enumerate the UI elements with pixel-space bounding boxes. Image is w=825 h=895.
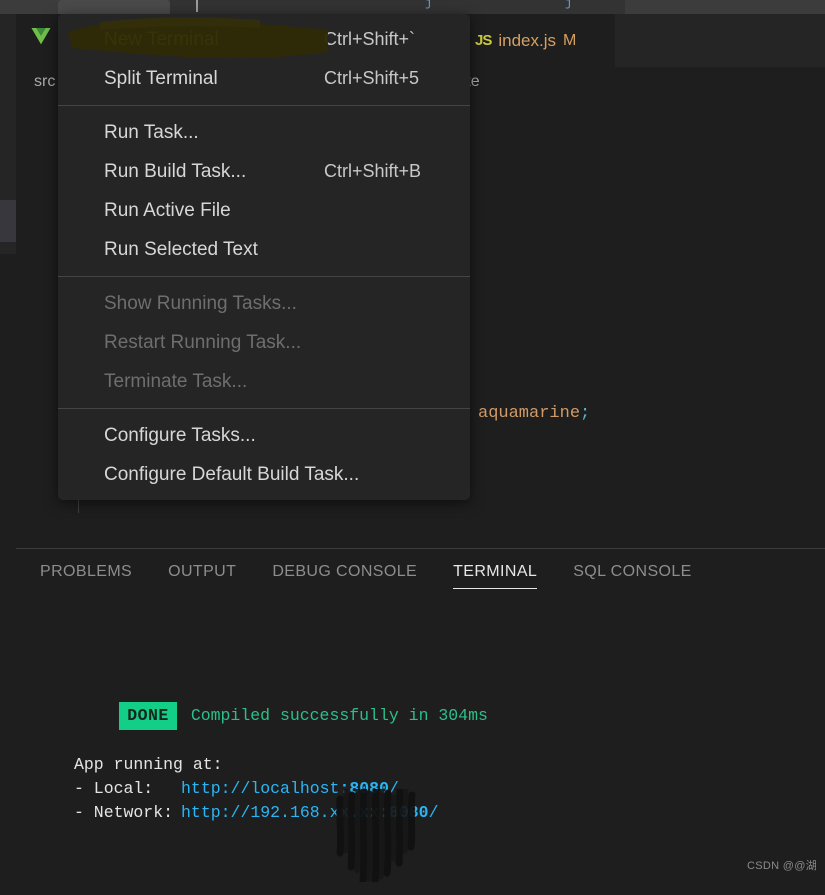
terminal-local-port[interactable]: :8080 [339,779,389,798]
js-file-icon: JS [475,32,492,49]
vscode-window: j j JS index.js M src aquamarine; PROBLE… [0,0,825,895]
terminal-heading: App running at: [74,755,223,774]
activity-bar-active-indicator [0,200,16,242]
terminal-network-redacted: xx.xx [329,803,380,822]
menu-item-label: Restart Running Task... [104,331,302,353]
terminal-local-line: - Local: http://localhost:8080/ [74,777,399,801]
menu-item-configure-default-build-task[interactable]: Configure Default Build Task... [58,455,470,494]
menu-item-new-terminal[interactable]: New Terminal Ctrl+Shift+` [58,20,470,59]
menu-item-label: Split Terminal [104,67,218,89]
menu-item-run-build-task[interactable]: Run Build Task... Ctrl+Shift+B [58,152,470,191]
menu-item-label: Show Running Tasks... [104,292,297,314]
menu-item-label: Terminate Task... [104,370,248,392]
title-bar-glyph-left: j [425,0,433,10]
menu-item-label: Run Build Task... [104,160,247,182]
menu-item-label: Configure Default Build Task... [104,463,360,485]
watermark: CSDN @@湖 [747,860,817,872]
title-bar: j j [0,0,825,14]
terminal-network-prefix: - Network: [74,803,174,822]
activity-bar[interactable] [0,14,16,895]
terminal-status-message: Compiled successfully in 304ms [190,706,488,725]
code-token-property: aquamarine [478,404,581,423]
panel-tab-output[interactable]: OUTPUT [168,557,236,591]
menu-item-shortcut: Ctrl+Shift+B [324,161,422,181]
terminal-local-prefix: - Local: [74,779,174,798]
breadcrumb-item-src[interactable]: src [34,73,55,91]
menu-item-run-active-file[interactable]: Run Active File [58,191,470,230]
menu-separator [58,408,470,409]
title-bar-caret [196,0,198,12]
menu-item-shortcut: Ctrl+Shift+5 [324,68,420,88]
terminal-network-port[interactable]: :8080 [379,803,429,822]
terminal-context-menu[interactable]: New Terminal Ctrl+Shift+` Split Terminal… [58,14,470,500]
menu-separator [58,276,470,277]
title-bar-glyph-right: j [565,0,573,10]
terminal-output[interactable]: DONE Compiled successfully in 304ms App r… [16,599,825,882]
activity-bar-lower [0,254,16,895]
menu-separator [58,105,470,106]
menu-item-label: Run Active File [104,199,231,221]
code-line: aquamarine; [478,404,590,423]
menu-item-configure-tasks[interactable]: Configure Tasks... [58,416,470,455]
panel-tab-debug-console[interactable]: DEBUG CONSOLE [272,557,417,591]
editor-tab-label: index.js [498,30,556,50]
tab-bar-empty-space [616,14,825,67]
code-token-punctuation: ; [580,404,591,423]
terminal-local-url[interactable]: http://localhost [181,779,339,798]
editor-tab-dirty-indicator: M [563,31,577,49]
terminal-status-line: DONE Compiled successfully in 304ms [40,678,488,754]
terminal-local-suffix[interactable]: / [389,779,399,798]
menu-item-split-terminal[interactable]: Split Terminal Ctrl+Shift+5 [58,59,470,98]
panel-tab-problems[interactable]: PROBLEMS [40,557,132,591]
editor-tab-index-js[interactable]: JS index.js M [461,14,616,67]
terminal-network-suffix[interactable]: / [429,803,439,822]
vue-icon [30,28,52,53]
menu-item-label: Run Selected Text [104,238,258,260]
title-bar-center [170,0,625,14]
menubar-open-item[interactable] [58,0,170,14]
menu-item-label: Run Task... [104,121,199,143]
menu-item-restart-running-task: Restart Running Task... [58,323,470,362]
panel-tab-sql-console[interactable]: SQL CONSOLE [573,557,692,591]
menu-item-label: New Terminal [104,28,219,50]
menu-item-run-task[interactable]: Run Task... [58,113,470,152]
menu-item-run-selected-text[interactable]: Run Selected Text [58,230,470,269]
panel-tab-terminal[interactable]: TERMINAL [453,557,538,591]
menu-item-shortcut: Ctrl+Shift+` [324,29,416,49]
terminal-network-url[interactable]: http://192.168. [181,803,330,822]
status-badge: DONE [119,702,177,730]
menu-item-show-running-tasks: Show Running Tasks... [58,284,470,323]
panel-tab-list: PROBLEMS OUTPUT DEBUG CONSOLE TERMINAL S… [16,549,825,599]
menu-item-label: Configure Tasks... [104,424,256,446]
terminal-network-line: - Network: http://192.168.xx.xx:8080/ [74,801,439,825]
menu-item-terminate-task: Terminate Task... [58,362,470,401]
bottom-panel: PROBLEMS OUTPUT DEBUG CONSOLE TERMINAL S… [16,548,825,882]
